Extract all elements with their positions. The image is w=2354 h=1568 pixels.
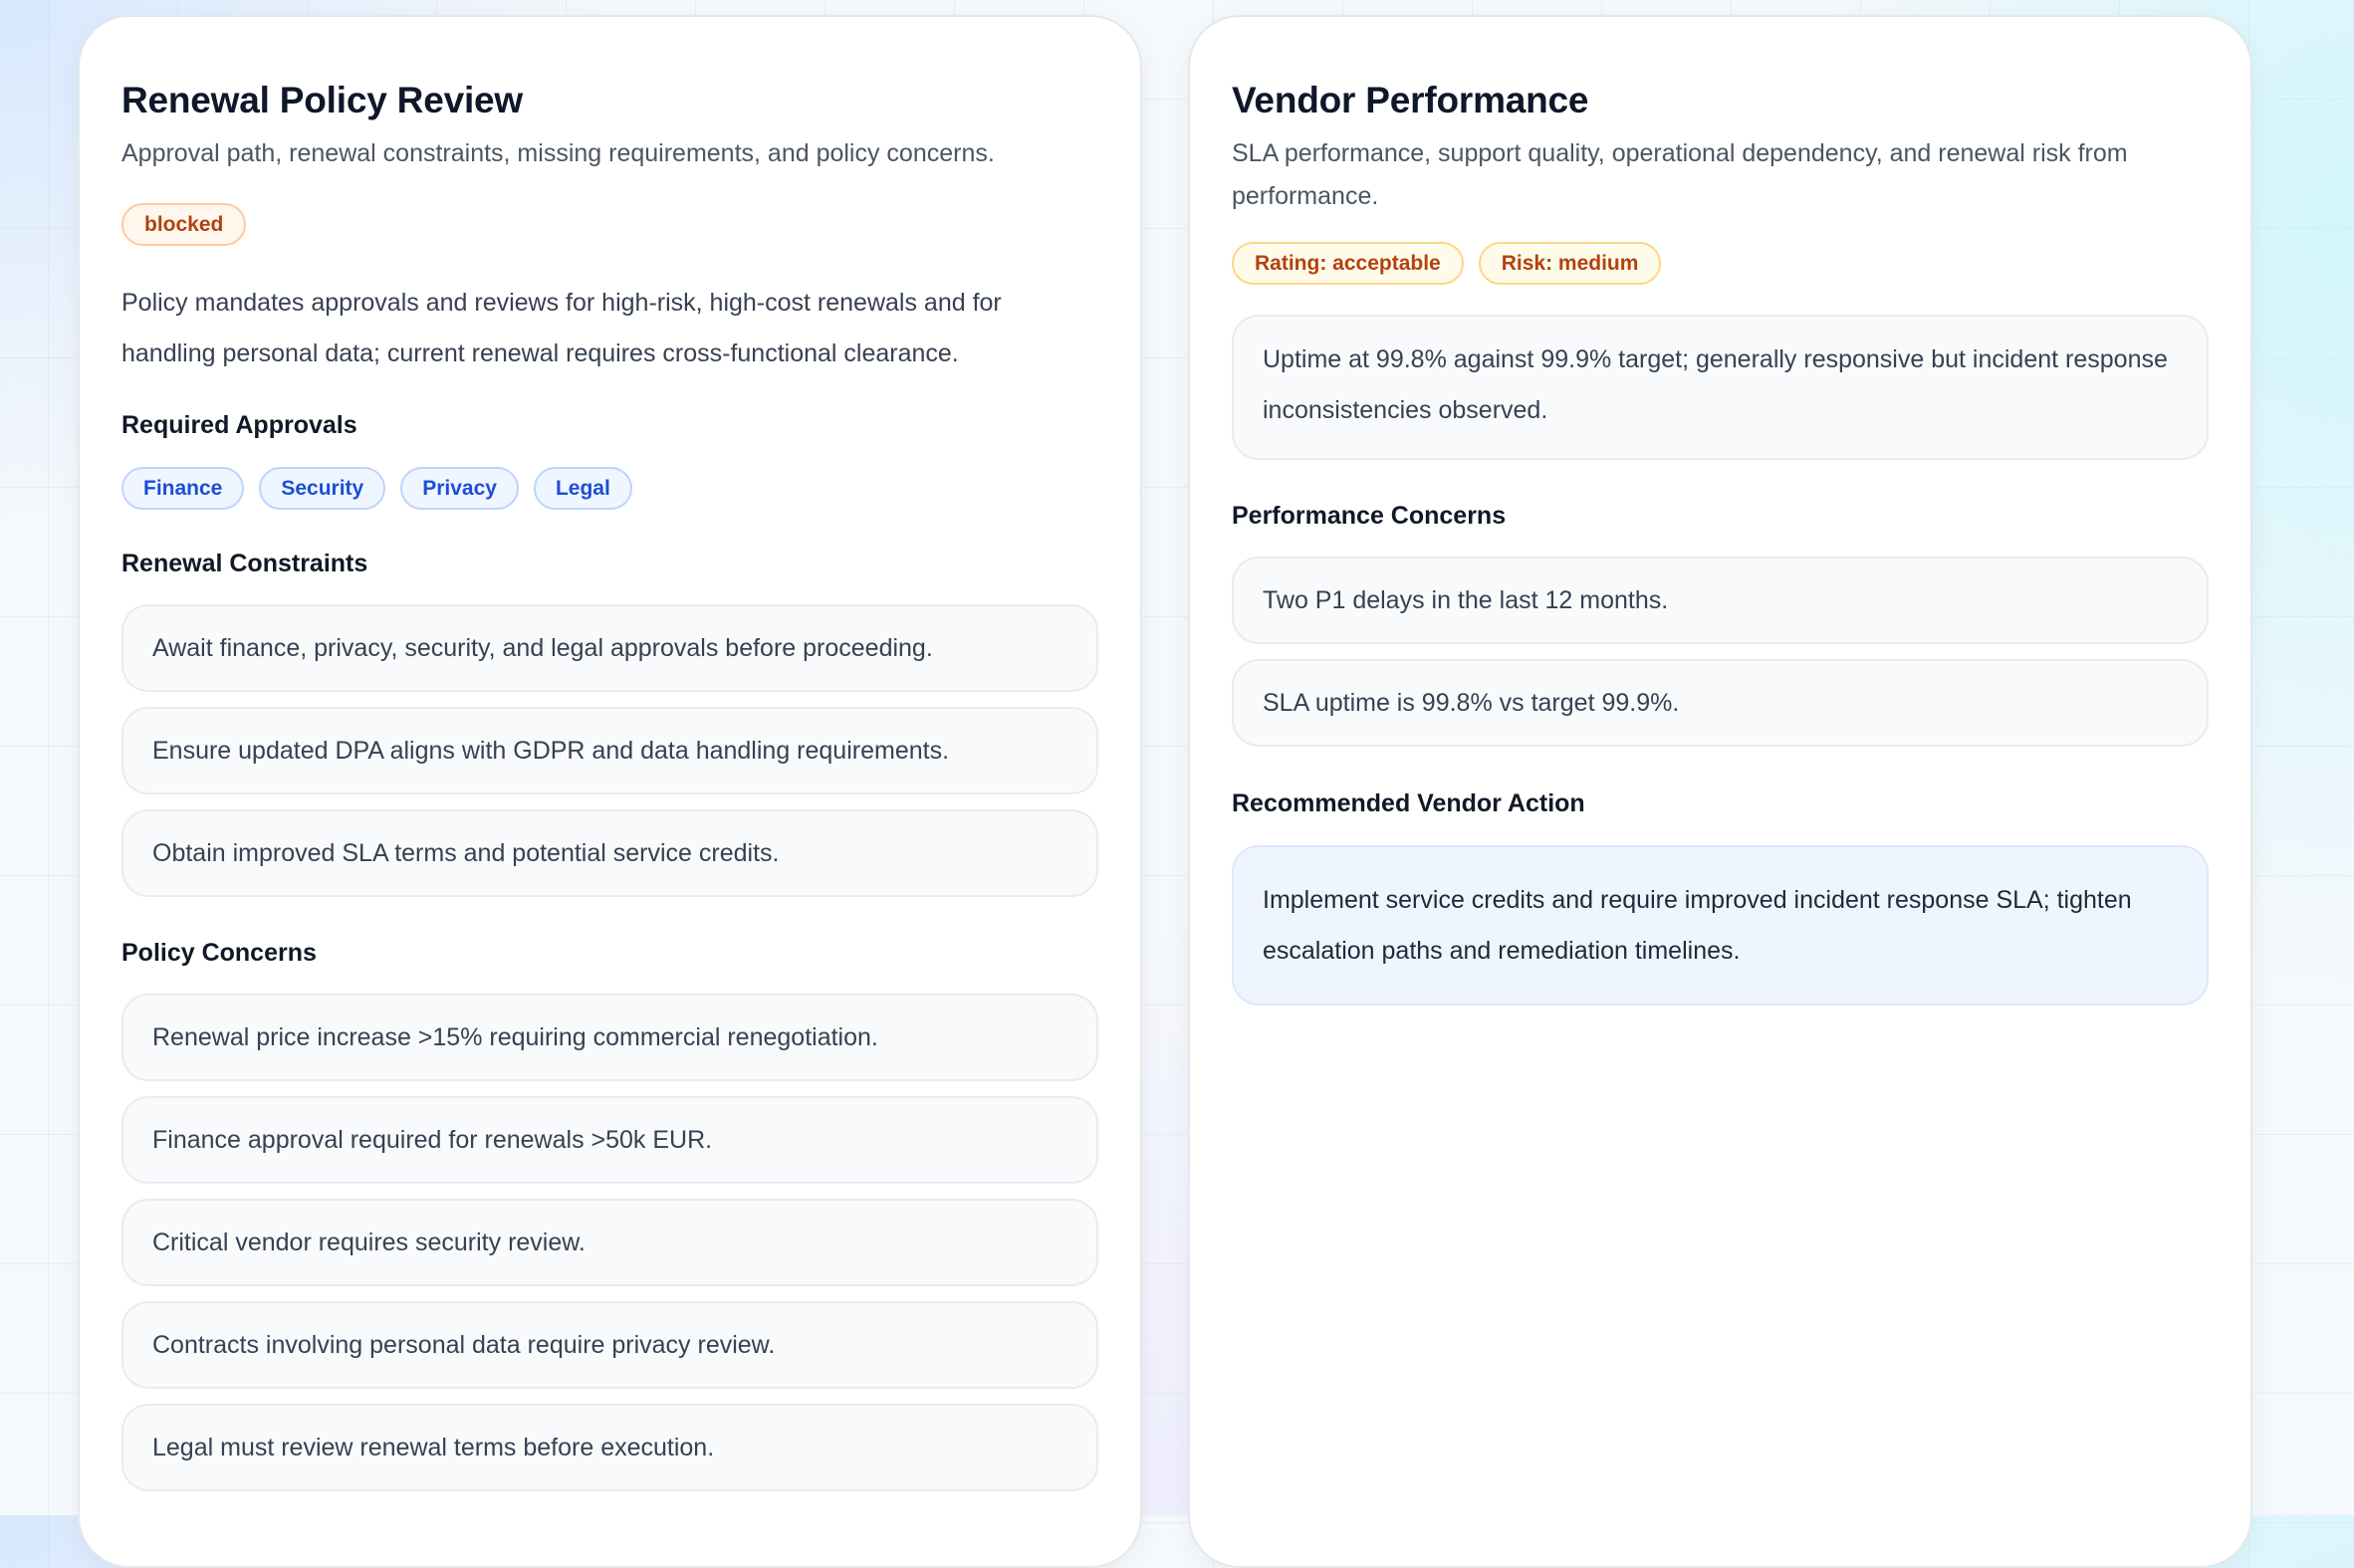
card-title: Vendor Performance	[1232, 80, 1589, 120]
list-item: Finance approval required for renewals >…	[121, 1096, 1098, 1184]
list-item: SLA uptime is 99.8% vs target 99.9%.	[1232, 659, 2209, 747]
card-subtitle: SLA performance, support quality, operat…	[1232, 139, 2128, 210]
performance-concerns-heading: Performance Concerns	[1232, 502, 1507, 530]
approval-chip-finance: Finance	[121, 467, 245, 510]
status-badges: blocked	[121, 203, 1098, 246]
rating-badge: Rating: acceptable	[1232, 242, 1464, 285]
list-item: Ensure updated DPA aligns with GDPR and …	[121, 707, 1098, 794]
status-badge: blocked	[121, 203, 247, 246]
performance-concerns-list: Two P1 delays in the last 12 months. SLA…	[1232, 557, 2209, 747]
risk-badge: Risk: medium	[1478, 242, 1662, 285]
policy-concerns-heading: Policy Concerns	[121, 939, 317, 967]
card-subtitle: Approval path, renewal constraints, miss…	[121, 139, 995, 167]
renewal-constraints-heading: Renewal Constraints	[121, 550, 368, 577]
card-title: Renewal Policy Review	[121, 80, 523, 120]
list-item: Renewal price increase >15% requiring co…	[121, 994, 1098, 1081]
performance-summary: Uptime at 99.8% against 99.9% target; ge…	[1232, 315, 2209, 460]
list-item: Obtain improved SLA terms and potential …	[121, 809, 1098, 897]
policy-concerns-list: Renewal price increase >15% requiring co…	[121, 994, 1098, 1491]
list-item: Contracts involving personal data requir…	[121, 1301, 1098, 1389]
list-item: Await finance, privacy, security, and le…	[121, 604, 1098, 692]
renewal-constraints-list: Await finance, privacy, security, and le…	[121, 604, 1098, 897]
rating-badges: Rating: acceptable Risk: medium	[1232, 242, 2209, 285]
list-item: Two P1 delays in the last 12 months.	[1232, 557, 2209, 644]
list-item: Legal must review renewal terms before e…	[121, 1404, 1098, 1491]
policy-summary: Policy mandates approvals and reviews fo…	[121, 289, 1002, 367]
renewal-policy-review-card: Renewal Policy Review Approval path, ren…	[78, 15, 1142, 1568]
approval-chip-legal: Legal	[533, 467, 632, 510]
approval-chip-security: Security	[259, 467, 386, 510]
approval-chips: Finance Security Privacy Legal	[121, 467, 1098, 510]
vendor-performance-card: Vendor Performance SLA performance, supp…	[1188, 15, 2252, 1568]
recommended-action-heading: Recommended Vendor Action	[1232, 789, 1585, 817]
list-item: Critical vendor requires security review…	[121, 1199, 1098, 1286]
required-approvals-heading: Required Approvals	[121, 411, 357, 439]
approval-chip-privacy: Privacy	[400, 467, 519, 510]
recommended-action: Implement service credits and require im…	[1232, 845, 2209, 1006]
